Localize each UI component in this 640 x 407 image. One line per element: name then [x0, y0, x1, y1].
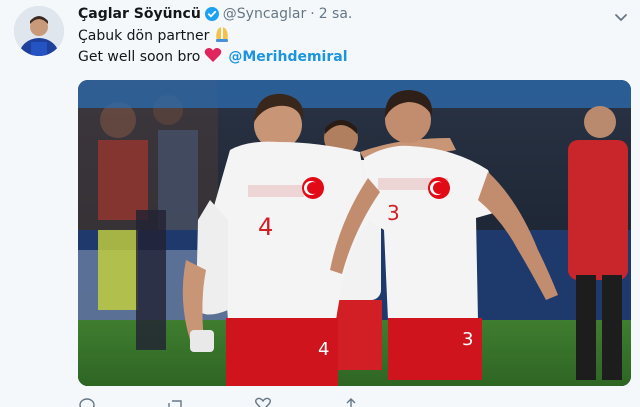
svg-text:3: 3 — [462, 329, 473, 350]
svg-text:3: 3 — [387, 201, 400, 225]
tweet-photo[interactable]: 3 4 4 3 3 — [78, 80, 631, 386]
tweet-actions — [78, 396, 478, 407]
tweet-header: Çaglar Söyüncü @Syncaglar · 2 sa. — [78, 4, 352, 24]
share-icon[interactable] — [342, 396, 360, 407]
svg-text:4: 4 — [318, 339, 329, 360]
retweet-icon[interactable] — [166, 396, 184, 407]
reply-icon[interactable] — [78, 396, 96, 407]
chevron-down-icon[interactable] — [614, 8, 628, 22]
verified-badge-icon — [204, 7, 219, 21]
tweet-timestamp[interactable]: 2 sa. — [319, 6, 353, 22]
folded-hands-emoji — [213, 25, 231, 47]
tweet-text: Çabuk dön partner — [78, 28, 210, 44]
like-icon[interactable] — [254, 396, 272, 407]
mention-link[interactable]: @Merihdemiral — [228, 49, 347, 65]
tweet-text-line-1: Çabuk dön partner — [78, 26, 231, 46]
red-heart-emoji — [204, 47, 222, 67]
separator-dot: · — [310, 6, 315, 22]
author-handle[interactable]: @Syncaglar — [223, 6, 306, 22]
svg-text:4: 4 — [258, 213, 273, 241]
author-name[interactable]: Çaglar Söyüncü — [78, 6, 201, 22]
tweet-card[interactable]: Çaglar Söyüncü @Syncaglar · 2 sa. Çabuk … — [0, 0, 640, 407]
tweet-text: Get well soon bro — [78, 49, 201, 65]
avatar[interactable] — [14, 6, 64, 56]
tweet-text-line-2: Get well soon bro @Merihdemiral — [78, 47, 348, 67]
